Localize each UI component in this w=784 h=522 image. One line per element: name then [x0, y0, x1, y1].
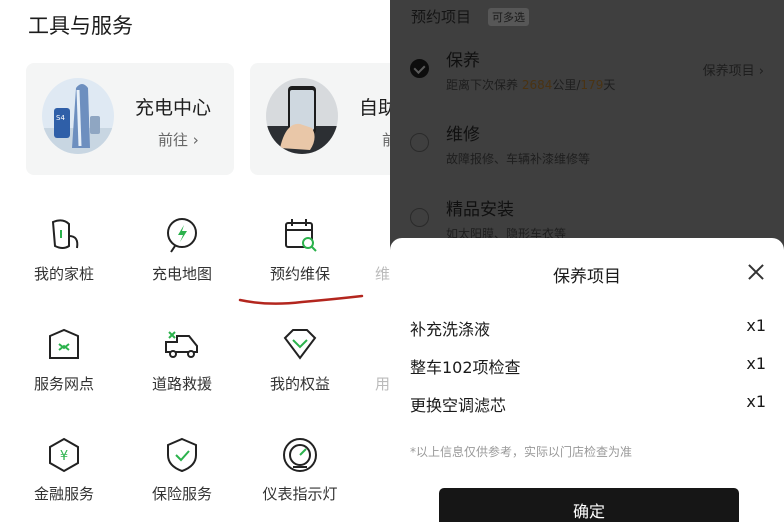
tools-panel: 工具与服务 S4 充电中心 前往 › 自助 前 我的家桩 充电地图 预约维保 维…: [0, 0, 390, 522]
maintenance-items-link[interactable]: 保养项目 ›: [703, 60, 764, 79]
grid-item-finance[interactable]: ¥ 金融服务: [9, 436, 119, 516]
item-qty: x1: [746, 354, 766, 373]
insurance-icon: [167, 437, 197, 473]
annotation-underline: [238, 294, 364, 305]
maintenance-items-sheet: 保养项目 补充洗涤液 x1 整车102项检查 x1 更换空调滤芯 x1 *以上信…: [390, 238, 784, 522]
list-item: 更换空调滤芯 x1: [410, 388, 768, 418]
card-title: 自助: [359, 97, 390, 119]
desc-prefix: 距离下次保养: [446, 78, 522, 92]
desc-mid: 公里/: [552, 78, 581, 92]
dashboard-icon: [283, 438, 317, 472]
grid-item-dashboard-lights[interactable]: 仪表指示灯: [245, 436, 355, 516]
svg-text:S4: S4: [56, 114, 65, 122]
item-name: 更换空调滤芯: [410, 396, 507, 415]
disclaimer-note: *以上信息仅供参考，实际以门店检查为准: [410, 445, 633, 459]
svg-text:¥: ¥: [60, 449, 68, 464]
radio-maintenance[interactable]: [410, 59, 429, 78]
grid-item-service-outlets[interactable]: 服务网点: [9, 326, 119, 406]
grid-label: 仪表指示灯: [262, 485, 338, 503]
option-desc: 故障报修、车辆补漆维修等: [446, 152, 591, 166]
road-rescue-icon: [165, 331, 198, 358]
charging-map-icon: [167, 218, 197, 253]
benefits-icon: [283, 329, 317, 360]
multi-select-tag: 可多选: [488, 8, 529, 26]
charging-station-image: S4: [42, 78, 114, 154]
confirm-button[interactable]: 确定: [439, 488, 739, 522]
self-service-card[interactable]: 自助 前: [250, 63, 390, 175]
grid-item-partial[interactable]: 维: [375, 216, 390, 296]
close-icon[interactable]: [748, 264, 764, 280]
finance-icon: ¥: [49, 437, 79, 473]
grid-label: 充电地图: [151, 265, 212, 283]
km-value: 2684: [521, 78, 553, 92]
grid-label: 用: [375, 375, 390, 393]
desc-suffix: 天: [603, 78, 616, 92]
home-charger-icon: [51, 219, 79, 249]
radio-accessory-install[interactable]: [410, 208, 429, 227]
card-title: 充电中心: [135, 97, 212, 119]
grid-item-charging-map[interactable]: 充电地图: [127, 216, 237, 296]
grid-item-home-charger[interactable]: 我的家桩: [9, 216, 119, 296]
item-qty: x1: [746, 316, 766, 335]
option-title: 精品安装: [446, 200, 514, 220]
grid-label: 维: [375, 265, 390, 283]
item-name: 补充洗涤液: [410, 320, 491, 339]
grid-label: 服务网点: [33, 375, 94, 393]
phone-in-hand-image: [266, 78, 338, 154]
card-go-link[interactable]: 前往 ›: [158, 129, 199, 150]
option-title: 维修: [446, 125, 480, 145]
sheet-title: 保养项目: [553, 267, 621, 287]
list-item: 整车102项检查 x1: [410, 350, 768, 380]
booking-header: 预约项目: [411, 8, 472, 26]
grid-label: 预约维保: [269, 265, 330, 283]
item-qty: x1: [746, 392, 766, 411]
list-item: 补充洗涤液 x1: [410, 312, 768, 342]
grid-item-maintenance-booking[interactable]: 预约维保: [245, 216, 355, 296]
grid-item-my-benefits[interactable]: 我的权益: [245, 326, 355, 406]
charging-center-card[interactable]: S4 充电中心 前往 ›: [26, 63, 234, 175]
grid-label: 道路救援: [151, 375, 212, 393]
grid-item-insurance[interactable]: 保险服务: [127, 436, 237, 516]
days-value: 179: [580, 78, 604, 92]
option-desc: 距离下次保养 2684公里/179天: [446, 76, 615, 93]
grid-label: 保险服务: [151, 485, 212, 503]
service-outlet-icon: [49, 328, 79, 359]
section-title: 工具与服务: [28, 14, 133, 38]
grid-label: 我的权益: [269, 375, 330, 393]
option-title: 保养: [446, 51, 480, 71]
grid-item-partial[interactable]: 用: [375, 326, 390, 406]
radio-repair[interactable]: [410, 133, 429, 152]
card-go-link[interactable]: 前: [382, 129, 390, 150]
item-name: 整车102项检查: [410, 358, 521, 377]
maintenance-calendar-icon: [285, 219, 317, 252]
grid-label: 我的家桩: [33, 265, 94, 283]
grid-item-road-rescue[interactable]: 道路救援: [127, 326, 237, 406]
grid-label: 金融服务: [33, 485, 94, 503]
